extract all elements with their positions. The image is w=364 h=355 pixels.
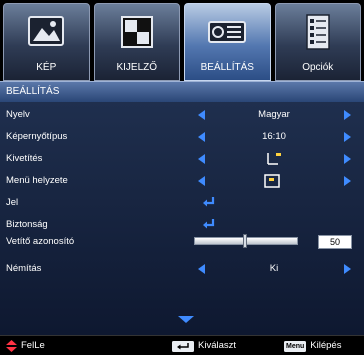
tab-label: BEÁLLÍTÁS (200, 62, 254, 73)
menu-row-screen-type[interactable]: Képernyőtípus 16:10 (0, 126, 364, 148)
enter-key-icon (172, 340, 194, 352)
footer-updown-hint: FelLe (6, 340, 45, 352)
menu-key-icon: Menu (284, 340, 307, 352)
tab-opciok[interactable]: Opciók (274, 3, 361, 81)
slider-handle[interactable] (243, 234, 247, 248)
tab-kep[interactable]: KÉP (3, 3, 90, 81)
row-value: Magyar (258, 109, 290, 120)
row-value: Ki (269, 263, 279, 274)
left-arrow-icon[interactable] (198, 264, 205, 274)
enter-icon[interactable] (202, 196, 216, 208)
menu-position-icon (264, 174, 280, 188)
menu-row-mute[interactable]: Némítás Ki (0, 258, 364, 280)
footer-exit-hint: Menu Kilépés (284, 340, 341, 352)
right-arrow-icon[interactable] (344, 154, 351, 164)
projector-icon (208, 21, 247, 43)
menu-row-projector-id[interactable]: Vetítő azonosító 50 (0, 231, 364, 253)
scroll-down-icon[interactable] (178, 316, 194, 323)
footer-label: FelLe (21, 340, 45, 351)
tab-label: KÉP (36, 62, 57, 73)
footer-label: Kilépés (310, 340, 342, 351)
row-label: Biztonság (6, 219, 48, 230)
left-arrow-icon[interactable] (198, 176, 205, 186)
slider-value: 50 (318, 235, 352, 249)
row-label: Jel (6, 197, 19, 208)
left-arrow-icon[interactable] (198, 132, 205, 142)
menu-row-projection[interactable]: Kivetítés (0, 148, 364, 170)
menu-row-signal[interactable]: Jel (0, 192, 364, 214)
tab-label: Opciók (302, 62, 334, 73)
row-label: Nyelv (6, 109, 30, 120)
left-arrow-icon[interactable] (198, 110, 205, 120)
row-label: Némítás (6, 263, 42, 274)
tab-label: KIJELZŐ (116, 62, 158, 73)
tab-beallitas[interactable]: BEÁLLÍTÁS (184, 3, 271, 81)
picture-icon (28, 16, 65, 46)
right-arrow-icon[interactable] (344, 132, 351, 142)
menu-row-language[interactable]: Nyelv Magyar (0, 104, 364, 126)
section-title: BEÁLLÍTÁS (0, 81, 364, 102)
display-icon (120, 16, 153, 48)
projection-mode-icon (267, 153, 281, 165)
right-arrow-icon[interactable] (344, 264, 351, 274)
enter-icon[interactable] (202, 218, 216, 230)
right-arrow-icon[interactable] (344, 110, 351, 120)
menu-row-menu-position[interactable]: Menü helyzete (0, 170, 364, 192)
row-label: Képernyőtípus (6, 131, 68, 142)
footer-select-hint: Kiválaszt (172, 340, 236, 352)
right-arrow-icon[interactable] (344, 176, 351, 186)
footer-label: Kiválaszt (198, 340, 237, 351)
left-arrow-icon[interactable] (198, 154, 205, 164)
row-value: 16:10 (262, 131, 286, 142)
tab-kijelzo[interactable]: KIJELZŐ (93, 3, 180, 81)
row-label: Kivetítés (6, 153, 43, 164)
top-tab-bar: KÉP KIJELZŐ BEÁLLÍTÁS Opciók (0, 0, 364, 81)
up-down-icon (6, 340, 17, 352)
options-icon (306, 14, 330, 50)
footer-hint-bar: FelLe Kiválaszt Menu Kilépés (0, 335, 364, 355)
row-label: Menü helyzete (6, 175, 68, 186)
row-label: Vetítő azonosító (6, 236, 75, 247)
